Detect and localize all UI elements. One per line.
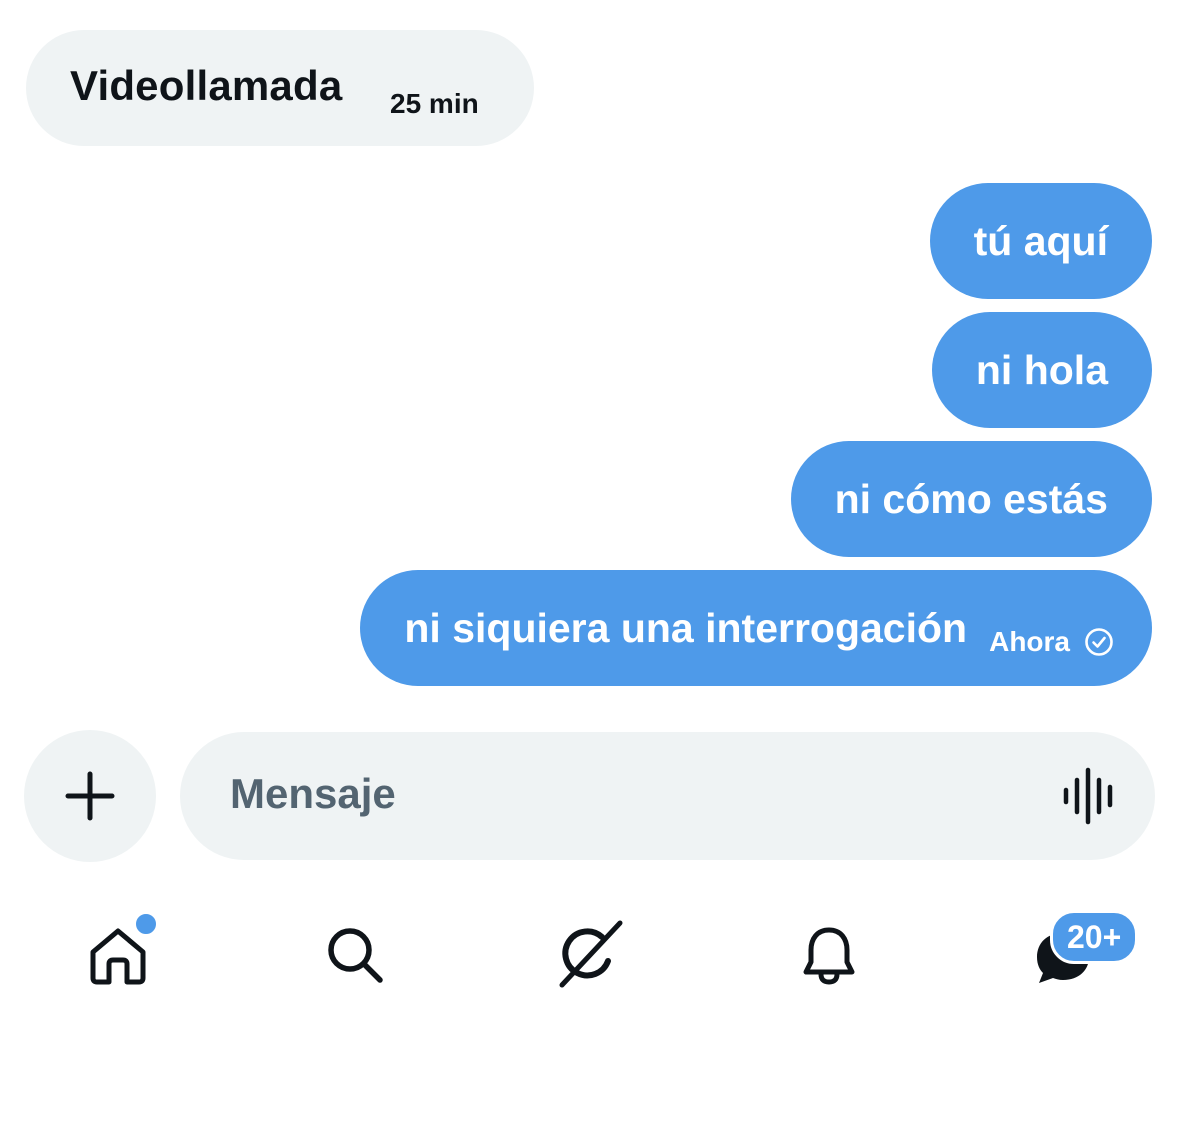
messages-badge: 20+ [1050,910,1139,964]
message-bubble[interactable]: ni hola [931,312,1152,428]
call-title: Videollamada [70,62,343,109]
nav-notifications[interactable] [774,900,884,1010]
message-text: ni siquiera una interrogación [404,604,968,651]
message-input[interactable]: Mensaje [180,732,1155,860]
message-meta: Ahora [989,626,1114,658]
message-text: ni hola [975,346,1108,393]
message-text: ni cómo estás [834,475,1108,522]
bottom-nav [0,900,1179,1010]
add-attachment-button[interactable] [24,730,156,862]
search-icon [328,928,383,983]
message-bubble[interactable]: ni cómo estás [790,441,1152,557]
plus-icon [65,771,115,821]
nav-grok[interactable] [535,900,645,1010]
waveform-icon[interactable] [1061,767,1119,825]
home-notification-dot [133,911,159,937]
message-bubble[interactable]: ni siquiera una interrogación Ahora [360,570,1152,686]
message-placeholder: Mensaje [230,770,396,817]
call-duration: 25 min [390,88,479,119]
message-time: Ahora [989,626,1070,657]
nav-search[interactable] [300,900,410,1010]
check-circle-icon [1085,628,1113,656]
message-text: tú aquí [973,217,1108,264]
message-bubble[interactable]: tú aquí [929,183,1152,299]
bell-icon [803,927,855,985]
grok-icon [559,920,623,988]
video-call-bubble[interactable]: Videollamada 25 min [26,30,534,146]
